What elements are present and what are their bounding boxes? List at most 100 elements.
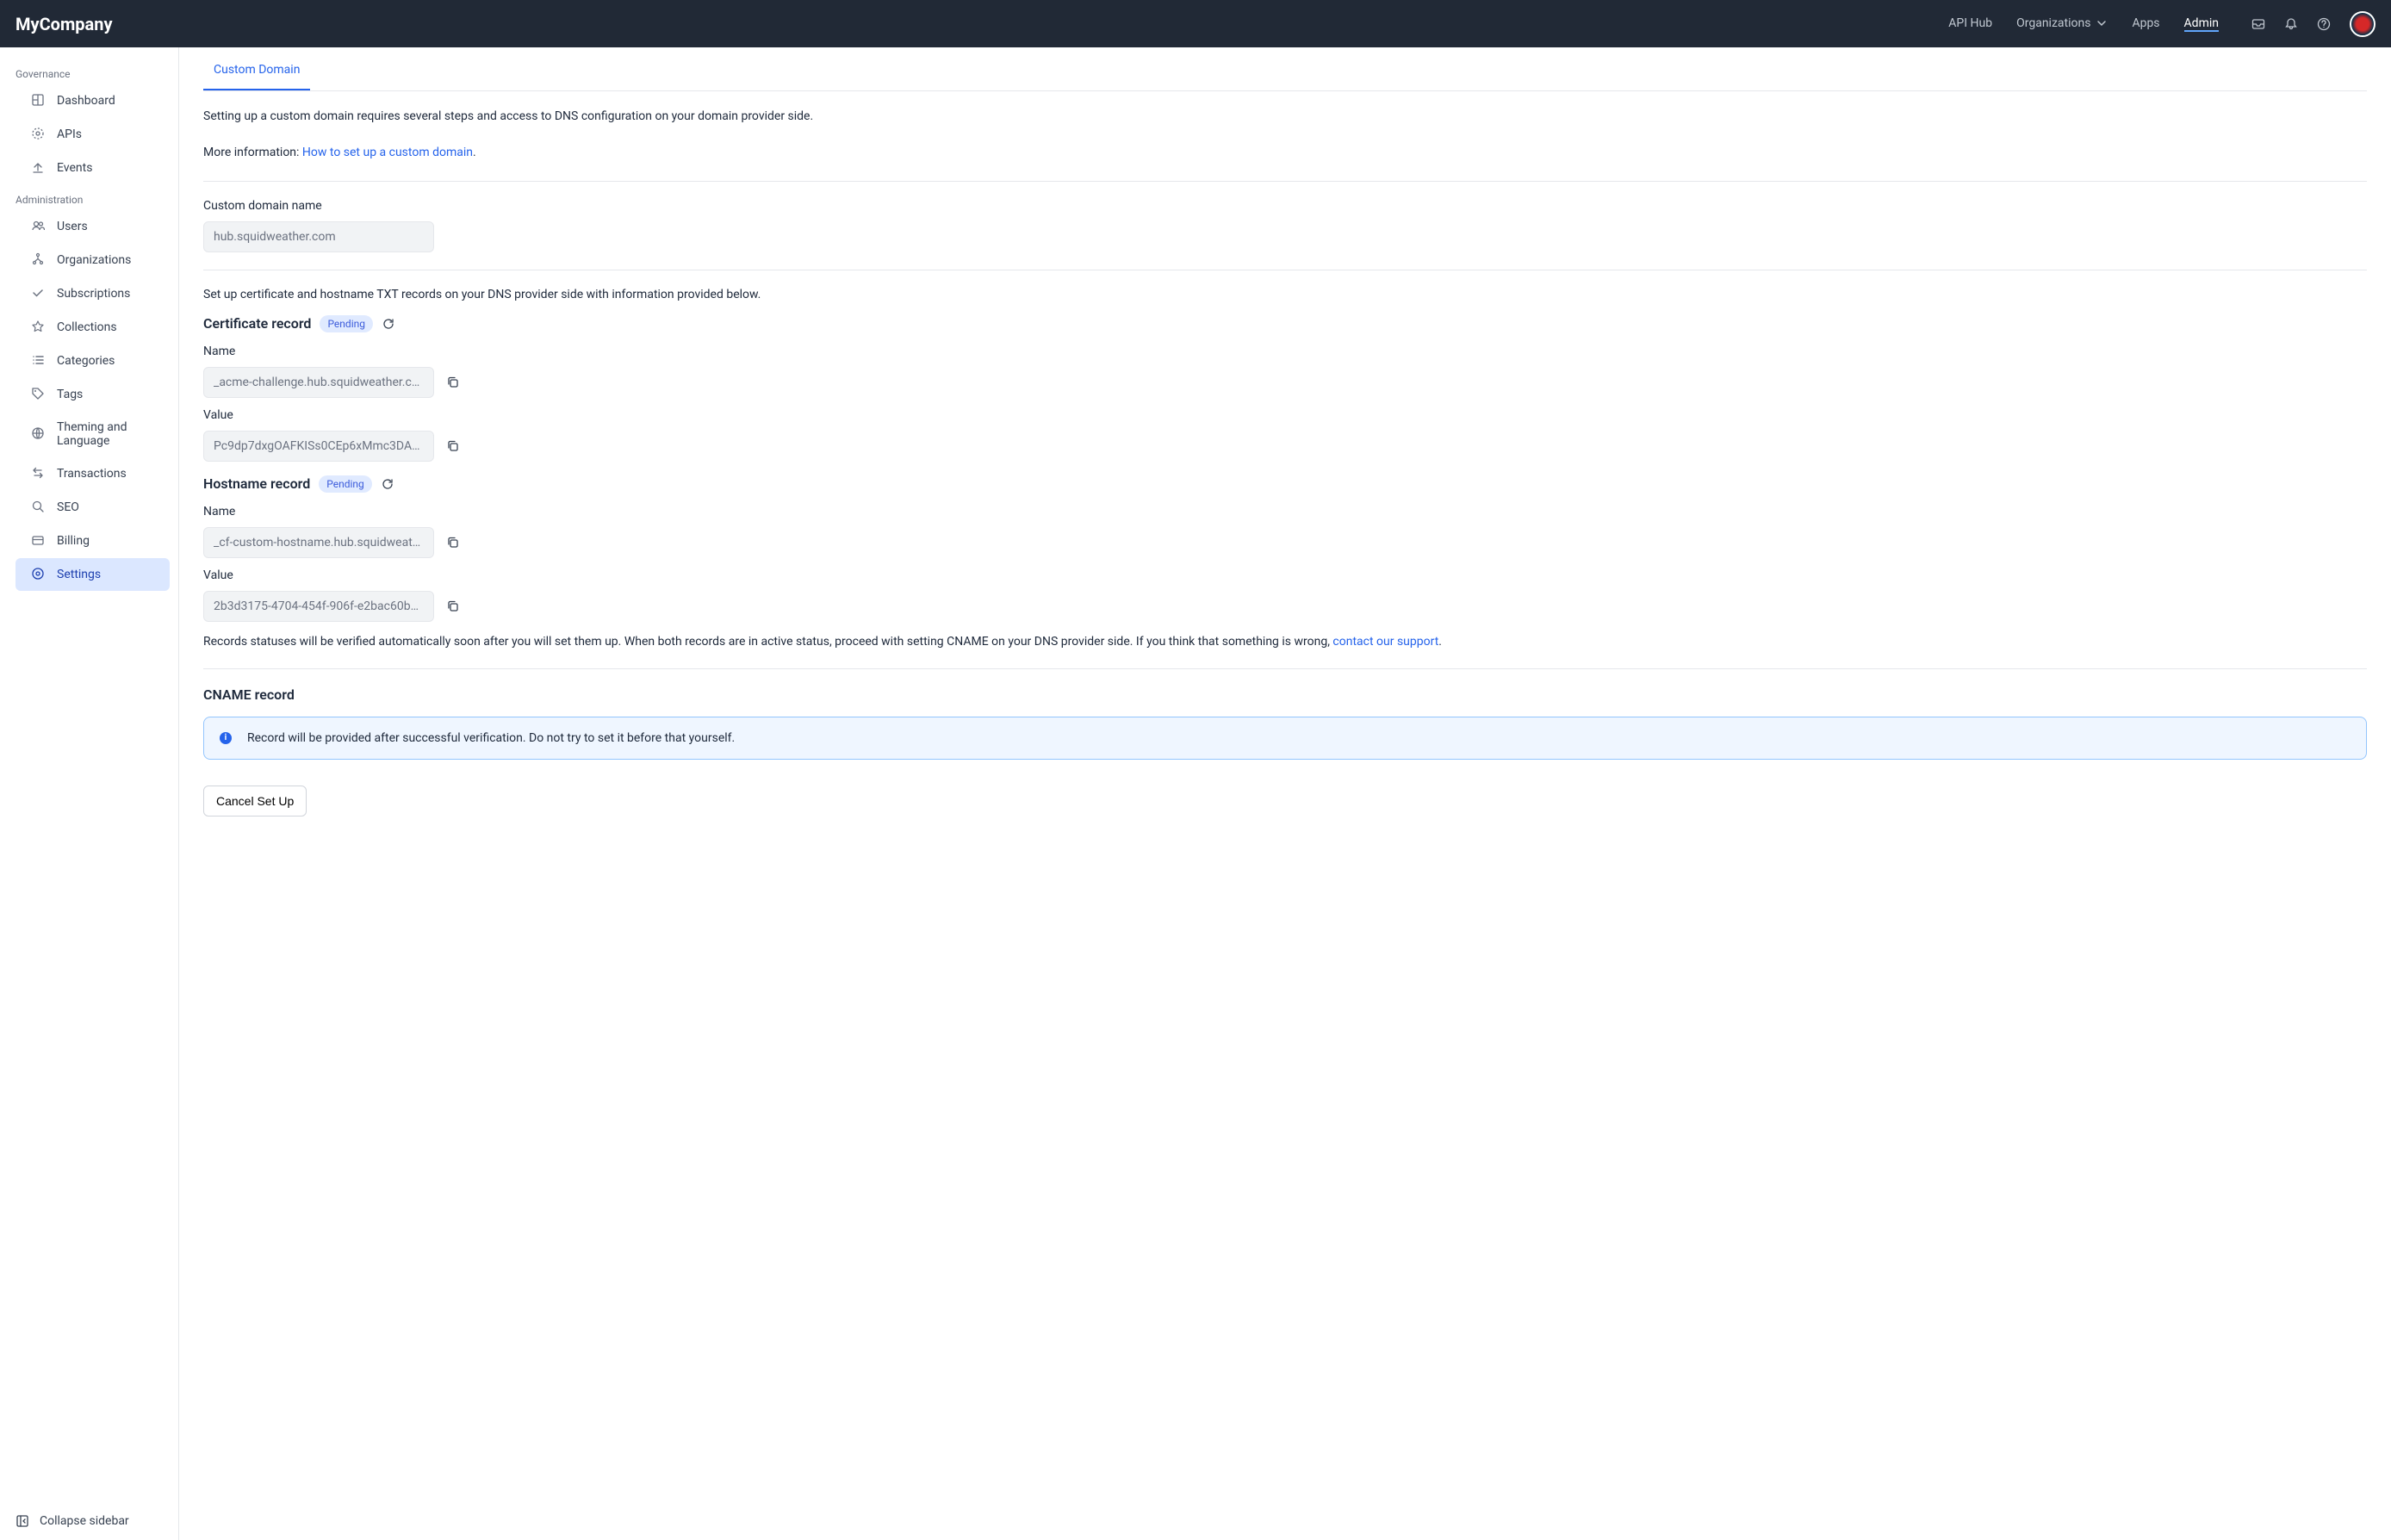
collapse-icon <box>16 1514 29 1528</box>
more-info-prefix: More information: <box>203 146 302 159</box>
sidebar-item-settings[interactable]: Settings <box>16 558 170 591</box>
certificate-title: Certificate record <box>203 315 311 332</box>
sidebar-item-tags[interactable]: Tags <box>16 378 170 411</box>
sidebar-item-label: Settings <box>57 568 101 581</box>
verification-note: Records statuses will be verified automa… <box>203 632 2367 651</box>
sidebar-item-label: Organizations <box>57 253 131 267</box>
hostname-title: Hostname record <box>203 475 310 492</box>
sidebar: Governance Dashboard APIs Events Adminis… <box>0 47 179 1540</box>
globe-icon <box>31 426 47 442</box>
sidebar-item-subscriptions[interactable]: Subscriptions <box>16 277 170 310</box>
how-to-link[interactable]: How to set up a custom domain <box>302 146 473 159</box>
divider <box>203 181 2367 182</box>
refresh-certificate-button[interactable] <box>382 317 395 331</box>
sidebar-item-label: SEO <box>57 500 79 514</box>
nav-organizations[interactable]: Organizations <box>2016 16 2108 32</box>
sidebar-item-apis[interactable]: APIs <box>16 118 170 151</box>
nav-api-hub[interactable]: API Hub <box>1948 16 1992 32</box>
sidebar-item-billing[interactable]: Billing <box>16 525 170 557</box>
cert-name-label: Name <box>203 345 2367 358</box>
refresh-hostname-button[interactable] <box>381 477 394 491</box>
divider <box>203 668 2367 669</box>
inbox-icon[interactable] <box>2251 17 2265 31</box>
sidebar-item-dashboard[interactable]: Dashboard <box>16 84 170 117</box>
sitemap-icon <box>31 252 47 268</box>
bell-icon[interactable] <box>2284 17 2298 31</box>
nav-apps[interactable]: Apps <box>2132 16 2159 32</box>
cert-value-label: Value <box>203 408 2367 422</box>
intro-text: Setting up a custom domain requires seve… <box>203 91 2367 127</box>
sidebar-item-organizations[interactable]: Organizations <box>16 244 170 276</box>
sidebar-item-label: Billing <box>57 534 90 548</box>
list-icon <box>31 353 47 369</box>
header: MyCompany API Hub Organizations Apps Adm… <box>0 0 2391 47</box>
cert-name-input: _acme-challenge.hub.squidweather.com <box>203 367 434 398</box>
dashboard-icon <box>31 93 47 109</box>
avatar[interactable] <box>2350 11 2375 37</box>
hostname-badge-pending: Pending <box>319 475 372 493</box>
custom-domain-input: hub.squidweather.com <box>203 221 434 252</box>
collapse-label: Collapse sidebar <box>40 1514 129 1528</box>
logo[interactable]: MyCompany <box>16 14 113 34</box>
sidebar-item-categories[interactable]: Categories <box>16 345 170 377</box>
search-icon <box>31 500 47 515</box>
copy-cert-name-button[interactable] <box>446 376 460 389</box>
cert-value-input: Pc9dp7dxgOAFKISs0CEp6xMmc3DA0e… <box>203 431 434 462</box>
certificate-badge-pending: Pending <box>320 315 373 332</box>
host-name-input: _cf-custom-hostname.hub.squidweather… <box>203 527 434 558</box>
users-icon <box>31 219 47 234</box>
sidebar-item-collections[interactable]: Collections <box>16 311 170 344</box>
arrows-icon <box>31 466 47 481</box>
sidebar-item-users[interactable]: Users <box>16 210 170 243</box>
host-name-label: Name <box>203 505 2367 519</box>
verify-note-suffix: . <box>1438 635 1442 649</box>
copy-cert-value-button[interactable] <box>446 439 460 453</box>
info-icon: i <box>220 732 232 744</box>
sidebar-item-label: Events <box>57 161 92 175</box>
header-icons <box>2251 11 2375 37</box>
sidebar-item-label: Subscriptions <box>57 287 130 301</box>
sidebar-item-theming[interactable]: Theming and Language <box>16 412 170 456</box>
host-value-label: Value <box>203 568 2367 582</box>
custom-domain-label: Custom domain name <box>203 199 2367 213</box>
copy-host-value-button[interactable] <box>446 599 460 613</box>
host-value-input: 2b3d3175-4704-454f-906f-e2bac60bd… <box>203 591 434 622</box>
sidebar-item-label: Transactions <box>57 467 127 481</box>
tab-custom-domain[interactable]: Custom Domain <box>203 47 310 90</box>
card-icon <box>31 533 47 549</box>
sidebar-item-label: Theming and Language <box>57 420 154 448</box>
star-icon <box>31 320 47 335</box>
header-nav: API Hub Organizations Apps Admin <box>1948 11 2375 37</box>
tabs: Custom Domain <box>203 47 2367 91</box>
cname-notice-text: Record will be provided after successful… <box>247 731 735 745</box>
check-icon <box>31 286 47 301</box>
main-content: Custom Domain Setting up a custom domain… <box>179 47 2391 1540</box>
sidebar-item-seo[interactable]: SEO <box>16 491 170 524</box>
more-info: More information: How to set up a custom… <box>203 127 2367 164</box>
hostname-header: Hostname record Pending <box>203 475 2367 493</box>
nav-organizations-label: Organizations <box>2016 16 2090 30</box>
sidebar-item-label: Dashboard <box>57 94 115 108</box>
sidebar-item-events[interactable]: Events <box>16 152 170 184</box>
certificate-header: Certificate record Pending <box>203 315 2367 332</box>
sidebar-section-administration: Administration <box>0 185 178 209</box>
gear-icon <box>31 567 47 582</box>
copy-host-name-button[interactable] <box>446 536 460 550</box>
nav-admin[interactable]: Admin <box>2184 16 2219 32</box>
sidebar-item-label: Collections <box>57 320 117 334</box>
tag-icon <box>31 387 47 402</box>
contact-support-link[interactable]: contact our support <box>1332 635 1438 649</box>
sidebar-item-transactions[interactable]: Transactions <box>16 457 170 490</box>
collapse-sidebar-button[interactable]: Collapse sidebar <box>0 1501 178 1540</box>
records-intro: Set up certificate and hostname TXT reco… <box>203 288 2367 301</box>
sidebar-item-label: Tags <box>57 388 83 401</box>
sidebar-item-label: Users <box>57 220 88 233</box>
sidebar-section-governance: Governance <box>0 59 178 84</box>
sidebar-item-label: APIs <box>57 127 82 141</box>
chevron-down-icon <box>2096 17 2108 29</box>
container: Governance Dashboard APIs Events Adminis… <box>0 47 2391 1540</box>
cname-title: CNAME record <box>203 686 2367 703</box>
cname-info-banner: i Record will be provided after successf… <box>203 717 2367 760</box>
help-icon[interactable] <box>2317 17 2331 31</box>
cancel-setup-button[interactable]: Cancel Set Up <box>203 786 307 817</box>
